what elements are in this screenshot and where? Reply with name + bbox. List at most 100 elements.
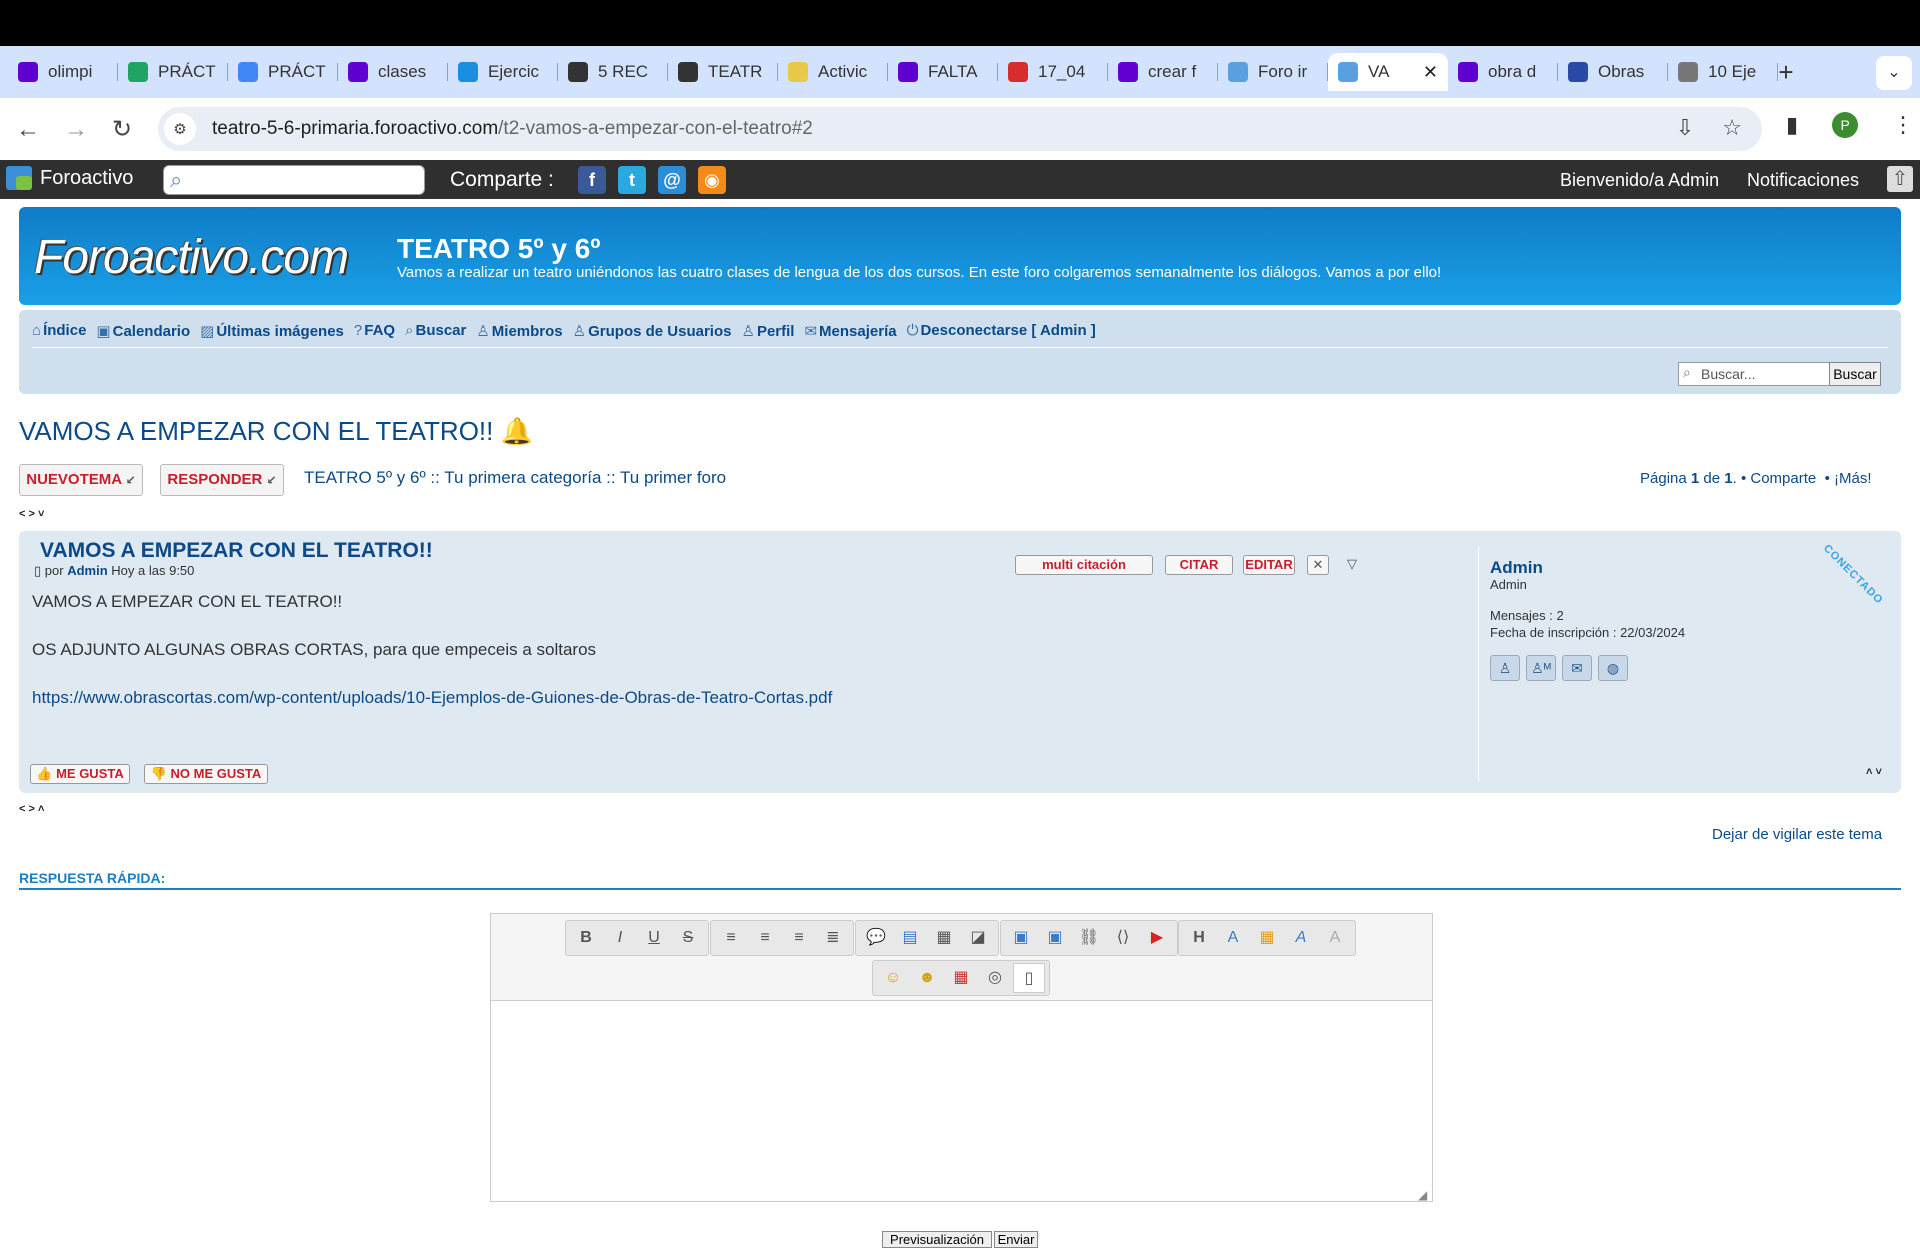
install-app-icon[interactable]: ⇩ xyxy=(1676,115,1694,141)
browser-tab[interactable]: 10 Eje xyxy=(1668,53,1778,91)
site-info-icon[interactable]: ⚙ xyxy=(164,113,196,145)
align-left-icon[interactable]: ≡ xyxy=(715,923,747,953)
foroactivo-brand[interactable]: Foroactivo xyxy=(6,166,133,190)
author-name[interactable]: Admin xyxy=(1490,558,1543,578)
tab-search-button[interactable]: ⌄ xyxy=(1876,56,1912,90)
browser-tab[interactable]: obra d xyxy=(1448,53,1558,91)
source-mode-icon[interactable]: ▯ xyxy=(1013,963,1045,993)
spoiler-icon[interactable]: ▦ xyxy=(928,923,960,953)
youtube-icon[interactable]: ▶ xyxy=(1141,923,1173,953)
nav-item[interactable]: ? FAQ xyxy=(354,322,395,340)
browser-tab[interactable]: 17_04 xyxy=(998,53,1108,91)
report-icon[interactable]: ▽ xyxy=(1341,555,1363,575)
browser-tab[interactable]: Activic xyxy=(778,53,888,91)
nav-item[interactable]: ⌕ Buscar xyxy=(405,322,466,340)
code-icon[interactable]: ▤ xyxy=(894,923,926,953)
browser-tab[interactable]: Ejercic xyxy=(448,53,558,91)
new-tab-button[interactable]: + xyxy=(1770,56,1802,88)
forward-icon[interactable]: → xyxy=(60,114,92,146)
browser-tab[interactable]: PRÁCT xyxy=(118,53,228,91)
browser-tab[interactable]: clases xyxy=(338,53,448,91)
date-icon[interactable]: ▦ xyxy=(945,963,977,993)
website-globe-icon[interactable]: ◍ xyxy=(1598,655,1628,681)
browser-tab[interactable]: VA ✕ xyxy=(1328,53,1448,91)
reply-button[interactable]: RESPONDER ↙ xyxy=(160,464,284,496)
bold-icon[interactable]: B xyxy=(570,923,602,953)
clear-format-icon[interactable]: A xyxy=(1319,923,1351,953)
prev-next-arrows[interactable]: < > ˅ xyxy=(19,508,44,520)
upload-image-icon[interactable]: ▣ xyxy=(1039,923,1071,953)
back-icon[interactable]: ← xyxy=(12,114,44,146)
browser-tab[interactable]: TEATR xyxy=(668,53,778,91)
share-link[interactable]: • Comparte xyxy=(1741,470,1816,487)
italic-icon[interactable]: I xyxy=(604,923,636,953)
browser-tab[interactable]: Obras xyxy=(1558,53,1668,91)
strikethrough-icon[interactable]: S xyxy=(672,923,704,953)
browser-tab[interactable]: 5 REC xyxy=(558,53,668,91)
misc-icon[interactable]: ◎ xyxy=(979,963,1011,993)
post-pdf-link[interactable]: https://www.obrascortas.com/wp-content/u… xyxy=(32,686,832,710)
more-link[interactable]: • ¡Más! xyxy=(1825,470,1872,487)
like-button[interactable]: 👍 ME GUSTA xyxy=(30,764,130,784)
email-icon[interactable]: ✉ xyxy=(1562,655,1592,681)
toolbar-search-input[interactable]: ⌕ xyxy=(163,165,425,195)
browser-menu-icon[interactable]: ⋮ xyxy=(1892,112,1914,138)
private-message-icon[interactable]: ♙ᴹ xyxy=(1526,655,1556,681)
hide-icon[interactable]: ◪ xyxy=(962,923,994,953)
profile-avatar[interactable]: P xyxy=(1832,112,1859,138)
nav-item[interactable]: ✉ Mensajería xyxy=(804,322,896,340)
delete-icon[interactable]: ✕ xyxy=(1307,555,1329,575)
align-right-icon[interactable]: ≡ xyxy=(783,923,815,953)
bookmark-star-icon[interactable]: ☆ xyxy=(1722,115,1742,141)
edit-button[interactable]: EDITAR xyxy=(1243,555,1295,575)
forum-search-input[interactable]: ⌕ Buscar... xyxy=(1678,362,1830,386)
browser-tab[interactable]: olimpi xyxy=(8,53,118,91)
unwatch-topic-link[interactable]: Dejar de vigilar este tema xyxy=(1712,826,1882,843)
color-icon[interactable]: ▦ xyxy=(1251,923,1283,953)
browser-tab[interactable]: FALTA xyxy=(888,53,998,91)
address-bar[interactable]: ⚙ teatro-5-6-primaria.foroactivo.com/t2-… xyxy=(158,107,1762,151)
post-author-link[interactable]: Admin xyxy=(67,563,107,578)
browser-tab[interactable]: Foro ir xyxy=(1218,53,1328,91)
preview-button[interactable]: Previsualización xyxy=(882,1231,992,1248)
post-title[interactable]: VAMOS A EMPEZAR CON EL TEATRO!! xyxy=(40,539,433,563)
font-family-icon[interactable]: A xyxy=(1285,923,1317,953)
notifications-link[interactable]: Notificaciones xyxy=(1747,170,1859,191)
font-size-icon[interactable]: A xyxy=(1217,923,1249,953)
forum-logo[interactable]: Foroactivo.com xyxy=(34,230,349,285)
dislike-button[interactable]: 👎 NO ME GUSTA xyxy=(144,764,268,784)
twitter-icon[interactable]: t xyxy=(618,166,646,194)
browser-tab[interactable]: crear f xyxy=(1108,53,1218,91)
send-button[interactable]: Enviar xyxy=(994,1231,1038,1248)
profile-icon[interactable]: ♙ xyxy=(1490,655,1520,681)
multi-quote-button[interactable]: multi citación xyxy=(1015,555,1153,575)
breadcrumb[interactable]: TEATRO 5º y 6º :: Tu primera categoría :… xyxy=(304,468,726,488)
email-icon[interactable]: @ xyxy=(658,166,686,194)
browser-tab[interactable]: PRÁCT xyxy=(228,53,338,91)
nav-item[interactable]: ♙ Grupos de Usuarios xyxy=(573,322,732,340)
close-tab-icon[interactable]: ✕ xyxy=(1423,62,1438,83)
facebook-icon[interactable]: f xyxy=(578,166,606,194)
welcome-link[interactable]: Bienvenido/a Admin xyxy=(1560,170,1719,191)
quote-button[interactable]: CITAR xyxy=(1165,555,1233,575)
new-topic-button[interactable]: NUEVOTEMA ↙ xyxy=(19,464,143,496)
heading-icon[interactable]: H xyxy=(1183,923,1215,953)
side-panel-icon[interactable]: ▮ xyxy=(1786,112,1798,138)
nav-item[interactable]: ⏻ Desconectarse [ Admin ] xyxy=(907,322,1096,340)
emoji-icon[interactable]: ☻ xyxy=(911,963,943,993)
rss-icon[interactable]: ◉ xyxy=(698,166,726,194)
scroll-top-icon[interactable]: ⇧ xyxy=(1887,166,1913,192)
reload-icon[interactable]: ↻ xyxy=(106,114,138,146)
link-icon[interactable]: ⛓ xyxy=(1073,923,1105,953)
smiley-icon[interactable]: ☺ xyxy=(877,963,909,993)
nav-item[interactable]: ⌂ Índice xyxy=(32,322,86,340)
image-icon[interactable]: ▣ xyxy=(1005,923,1037,953)
post-nav-arrows[interactable]: ˄ ˅ xyxy=(1866,766,1882,778)
forum-search-button[interactable]: Buscar xyxy=(1829,362,1881,386)
nav-item[interactable]: ▣ Calendario xyxy=(96,322,190,340)
nav-item[interactable]: ♙ Miembros xyxy=(476,322,562,340)
url-text[interactable]: teatro-5-6-primaria.foroactivo.com/t2-va… xyxy=(212,118,813,140)
resize-handle-icon[interactable]: ◢ xyxy=(1418,1188,1427,1202)
justify-icon[interactable]: ≣ xyxy=(817,923,849,953)
bell-icon[interactable]: 🔔 xyxy=(501,416,533,446)
